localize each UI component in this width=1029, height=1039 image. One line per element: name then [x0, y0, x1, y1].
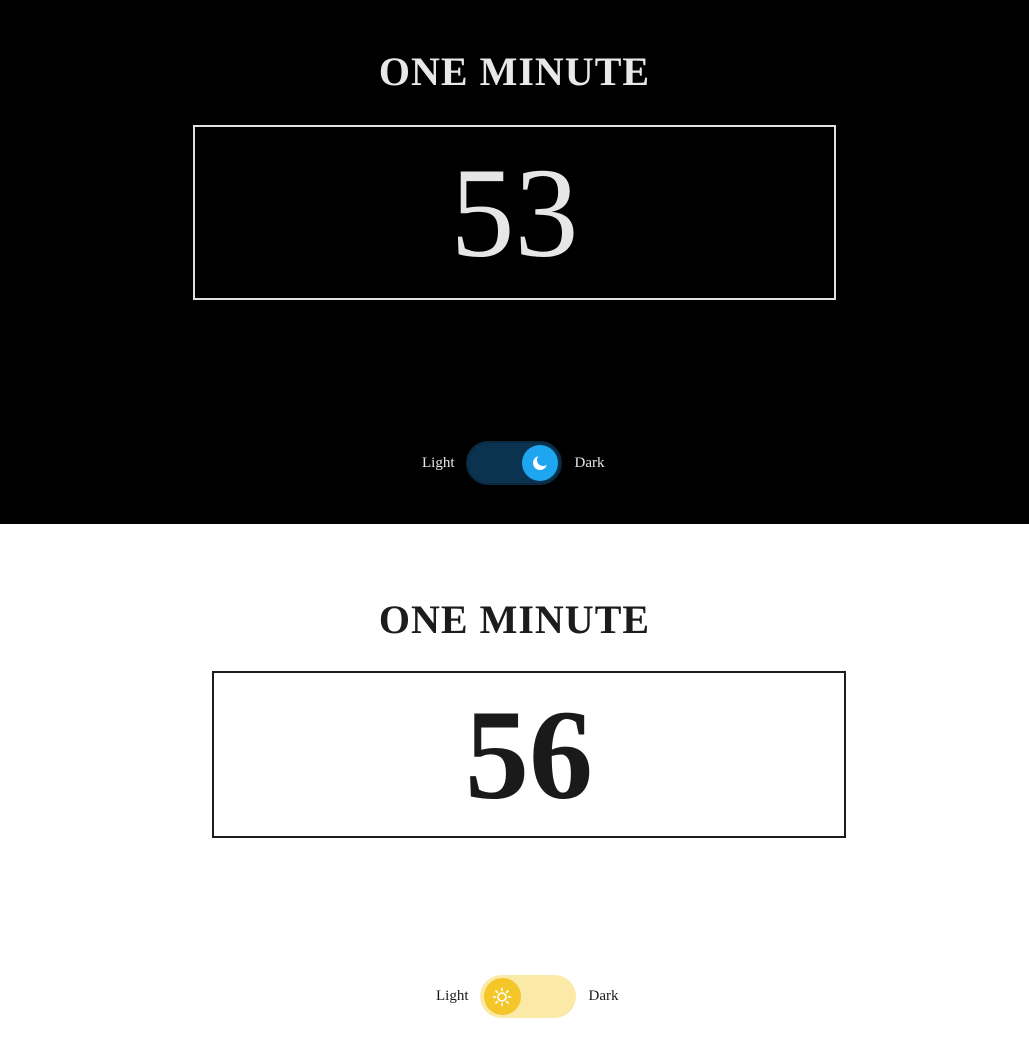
toggle-label-dark: Dark	[574, 454, 605, 471]
countdown-box: 56	[212, 671, 846, 838]
page-title: ONE MINUTE	[378, 49, 651, 94]
theme-toggle-switch[interactable]	[465, 441, 562, 485]
toggle-knob[interactable]	[483, 978, 521, 1015]
page-title: ONE MINUTE	[378, 597, 651, 642]
sun-icon	[492, 987, 512, 1006]
countdown-value: 53	[450, 141, 579, 284]
theme-toggle-row: Light Dark	[436, 975, 619, 1018]
toggle-label-light: Light	[422, 454, 455, 471]
countdown-box: 53	[193, 125, 836, 300]
moon-icon	[532, 454, 549, 470]
theme-toggle-row: Light Dark	[422, 441, 605, 485]
dark-mode-panel: ONE MINUTE 53 Light Dark	[0, 0, 1029, 524]
theme-toggle-switch[interactable]	[479, 975, 576, 1018]
toggle-label-dark: Dark	[588, 988, 619, 1004]
light-mode-panel: ONE MINUTE 56 Light Dark	[0, 524, 1029, 1039]
toggle-knob[interactable]	[521, 445, 558, 481]
countdown-value: 56	[465, 683, 593, 826]
toggle-label-light: Light	[436, 988, 469, 1004]
